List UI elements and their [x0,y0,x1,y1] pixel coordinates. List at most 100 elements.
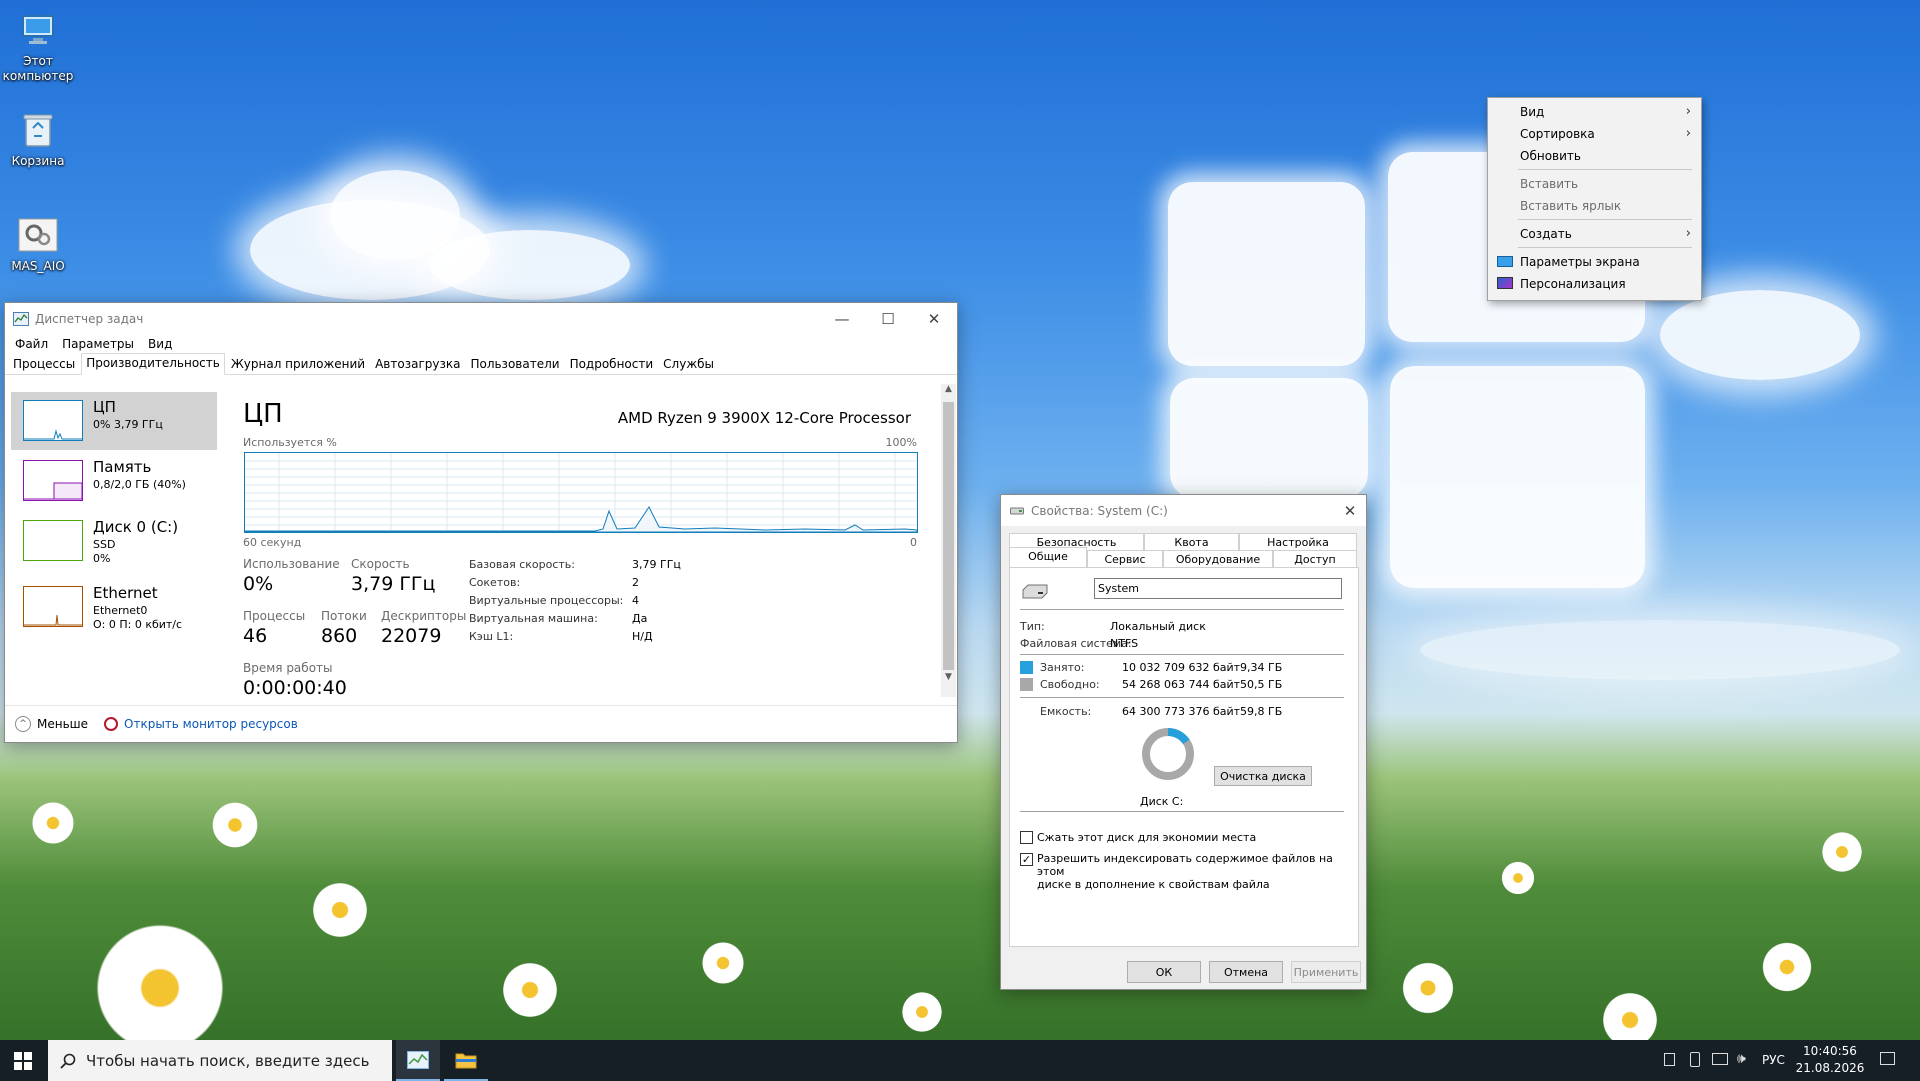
cpu-model: AMD Ryzen 9 3900X 12-Core Processor [617,409,911,427]
disk-cleanup-button[interactable]: Очистка диска [1214,766,1312,786]
usb-icon[interactable] [1690,1052,1700,1067]
tab-sharing[interactable]: Доступ [1273,550,1357,567]
menu-item-view[interactable]: Вид › [1488,101,1701,123]
speed-value: 3,79 ГГц [351,573,436,595]
index-checkbox[interactable]: ✓ [1020,853,1033,866]
tab-general[interactable]: Общие [1009,547,1087,567]
tab-details[interactable]: Подробности [566,355,658,374]
tab-processes[interactable]: Процессы [9,355,79,374]
sidebar-ethernet-sub2: О: 0 П: 0 кбит/с [93,618,183,631]
sidebar-cpu-sub: 0% 3,79 ГГц [93,418,163,431]
used-color-swatch [1020,661,1033,674]
index-checkbox-row[interactable]: ✓ Разрешить индексировать содержимое фай… [1020,852,1358,891]
drive-large-icon [1022,582,1048,603]
cpu-heading: ЦП [243,399,283,429]
tab-performance[interactable]: Производительность [81,353,225,375]
used-gb: 9,34 ГБ [1240,661,1283,674]
tray-desktop-icon[interactable] [1664,1053,1675,1066]
menu-item-label: Создать [1520,227,1572,241]
menu-item-paste[interactable]: Вставить [1488,173,1701,195]
graph-time-label: 60 секунд [243,536,302,549]
desktop-icon-recycle-bin[interactable]: Корзина [0,110,76,169]
clock[interactable]: 10:40:56 21.08.2026 [1795,1043,1865,1077]
uptime-label: Время работы [243,661,333,675]
tab-hardware[interactable]: Оборудование [1163,550,1273,567]
tab-users[interactable]: Пользователи [466,355,563,374]
disk-label: Диск C: [1140,795,1184,808]
menu-item-new[interactable]: Создать › [1488,223,1701,245]
ok-button[interactable]: ОК [1127,961,1201,983]
desktop-icon-label: Корзина [11,154,65,168]
sidebar-item-disk[interactable]: Диск 0 (C:) SSD 0% [11,512,217,570]
tab-tools[interactable]: Сервис [1087,550,1163,567]
processes-value: 46 [243,625,268,647]
desktop-context-menu: Вид › Сортировка › Обновить Вставить Вст… [1487,97,1702,301]
close-button[interactable]: ✕ [1334,495,1366,526]
task-manager-icon [13,311,29,327]
capacity-bytes: 64 300 773 376 байт [1122,705,1241,718]
notifications-icon[interactable] [1880,1052,1895,1065]
task-manager-titlebar[interactable]: Диспетчер задач — ☐ ✕ [5,303,957,334]
menu-item-paste-shortcut[interactable]: Вставить ярлык [1488,195,1701,217]
menu-separator [1518,219,1692,220]
properties-titlebar[interactable]: Свойства: System (C:) ✕ [1001,495,1366,526]
tab-startup[interactable]: Автозагрузка [371,355,464,374]
menu-item-label: Параметры экрана [1520,255,1640,269]
sidebar-ethernet-title: Ethernet [93,584,158,602]
uptime-value: 0:00:00:40 [243,677,347,699]
compress-checkbox-row[interactable]: Сжать этот диск для экономии места [1020,831,1256,844]
maximize-button[interactable]: ☐ [865,303,911,334]
tabs-row-bottom: Общие Сервис Оборудование Доступ [1009,547,1357,567]
search-box[interactable]: Чтобы начать поиск, введите здесь [48,1040,392,1081]
tab-quota[interactable]: Квота [1144,533,1239,550]
desktop-icon-this-pc[interactable]: Этот компьютер [0,10,76,84]
tab-app-history[interactable]: Журнал приложений [227,355,369,374]
vertical-scrollbar[interactable]: ▲ ▼ [941,384,956,697]
sidebar-item-cpu[interactable]: ЦП 0% 3,79 ГГц [11,392,217,450]
type-label: Тип: [1020,620,1045,633]
detail-key: Виртуальные процессоры: [469,594,624,607]
taskbar-app-task-manager[interactable] [396,1040,440,1081]
menu-item-refresh[interactable]: Обновить [1488,145,1701,167]
minimize-button[interactable]: — [819,303,865,334]
taskbar-app-file-explorer[interactable] [444,1040,488,1081]
scroll-down-arrow[interactable]: ▼ [941,672,956,688]
separator [1020,654,1344,655]
menu-file[interactable]: Файл [15,337,48,351]
ethernet-thumbnail [23,586,83,627]
language-indicator[interactable]: РУС [1762,1053,1785,1067]
scroll-up-arrow[interactable]: ▲ [941,384,956,400]
desktop-icon-mas-aio[interactable]: MAS_AIO [0,215,76,274]
chevron-up-icon[interactable]: ^ [15,716,31,732]
processes-label: Процессы [243,609,306,623]
menu-item-personalize[interactable]: Персонализация [1488,273,1701,295]
menu-item-display-settings[interactable]: Параметры экрана [1488,251,1701,273]
compress-checkbox[interactable] [1020,831,1033,844]
open-resource-monitor-link[interactable]: Открыть монитор ресурсов [124,717,298,731]
start-button[interactable] [0,1040,46,1081]
less-details-link[interactable]: Меньше [37,717,88,731]
tab-services[interactable]: Службы [659,355,718,374]
detail-value: Да [632,612,648,625]
window-title: Диспетчер задач [35,311,144,326]
menu-item-label: Персонализация [1520,277,1626,291]
scrollbar-thumb[interactable] [943,402,954,670]
close-button[interactable]: ✕ [911,303,957,334]
tab-customize[interactable]: Настройка [1239,533,1357,550]
menu-view[interactable]: Вид [148,337,172,351]
clock-time: 10:40:56 [1803,1044,1857,1058]
sidebar-item-ethernet[interactable]: Ethernet Ethernet0 О: 0 П: 0 кбит/с [11,578,217,636]
personalize-icon [1497,277,1513,289]
desktop-icon-label: Этот компьютер [2,54,74,83]
network-icon[interactable] [1712,1053,1728,1065]
volume-icon[interactable]: 🕪 [1737,1051,1746,1067]
volume-name-input[interactable] [1094,578,1342,599]
detail-value: 3,79 ГГц [632,558,681,571]
sidebar-item-memory[interactable]: Память 0,8/2,0 ГБ (40%) [11,452,217,510]
cancel-button[interactable]: Отмена [1209,961,1283,983]
menu-item-label: Вставить ярлык [1520,199,1622,213]
menu-options[interactable]: Параметры [62,337,134,351]
apply-button[interactable]: Применить [1291,961,1361,983]
handles-label: Дескрипторы [381,609,467,623]
menu-item-sort[interactable]: Сортировка › [1488,123,1701,145]
